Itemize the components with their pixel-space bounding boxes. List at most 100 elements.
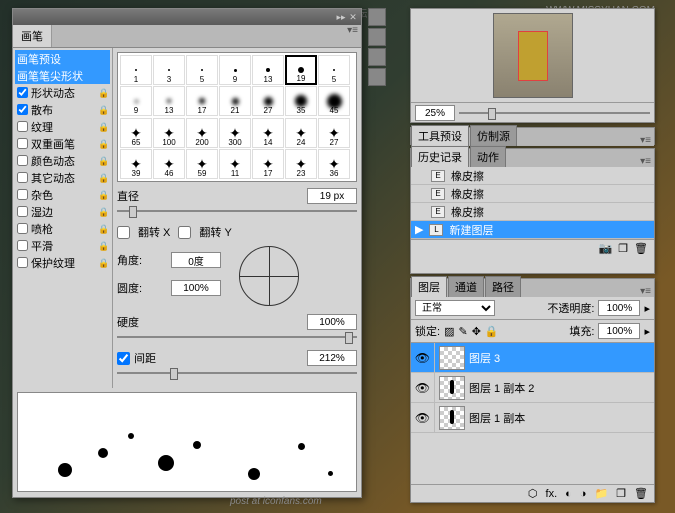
brush-tip[interactable]: ✦11	[219, 149, 251, 179]
panel-menu-icon[interactable]: ▾≡	[637, 156, 654, 167]
brush-tip[interactable]: 3	[153, 55, 185, 85]
brush-tip[interactable]: 5	[318, 55, 350, 85]
flip-y-checkbox[interactable]	[178, 226, 191, 239]
fill-input[interactable]	[598, 323, 640, 339]
angle-input[interactable]	[171, 252, 221, 268]
tab-actions[interactable]: 动作	[470, 146, 506, 167]
layer-fx-icon[interactable]: fx.	[546, 488, 558, 500]
brush-option-2[interactable]: 形状动态🔒	[15, 84, 110, 101]
visibility-icon[interactable]: 👁	[411, 373, 435, 403]
option-checkbox[interactable]	[17, 240, 28, 251]
layer-row[interactable]: 👁图层 3	[411, 343, 654, 373]
layer-row[interactable]: 👁图层 1 副本	[411, 403, 654, 433]
brush-option-10[interactable]: 喷枪🔒	[15, 220, 110, 237]
hardness-input[interactable]	[307, 314, 357, 330]
brush-tip[interactable]: ✦59	[186, 149, 218, 179]
brush-tip[interactable]: 13	[252, 55, 284, 85]
spacing-slider[interactable]	[117, 366, 357, 380]
brush-option-1[interactable]: 画笔笔尖形状	[15, 67, 110, 84]
brush-tip[interactable]: ✦36	[318, 149, 350, 179]
brush-option-11[interactable]: 平滑🔒	[15, 237, 110, 254]
brush-option-0[interactable]: 画笔预设	[15, 50, 110, 67]
close-icon[interactable]: ✕	[347, 11, 359, 23]
brush-tip[interactable]: 9	[219, 55, 251, 85]
tab-history[interactable]: 历史记录	[411, 146, 469, 167]
lock-all-icon[interactable]: 🔒	[485, 325, 499, 338]
brush-tip-grid[interactable]: 1359131959131721273545✦65✦100✦200✦300✦14…	[117, 52, 357, 182]
diameter-input[interactable]	[307, 188, 357, 204]
brush-tip[interactable]: ✦14	[252, 118, 284, 148]
opacity-input[interactable]	[598, 300, 640, 316]
option-checkbox[interactable]	[17, 257, 28, 268]
brush-tip[interactable]: ✦23	[285, 149, 317, 179]
tab-paths[interactable]: 路径	[485, 276, 521, 297]
brush-tip[interactable]: 5	[186, 55, 218, 85]
brush-tip[interactable]: 27	[252, 86, 284, 116]
layer-thumbnail[interactable]	[439, 346, 465, 370]
dock-icon[interactable]	[368, 28, 386, 46]
panel-menu-icon[interactable]: ▾≡	[637, 286, 654, 297]
fill-flyout-icon[interactable]: ▸	[644, 325, 650, 338]
brush-tip[interactable]: 13	[153, 86, 185, 116]
brush-tip[interactable]: ✦17	[252, 149, 284, 179]
navigator-thumbnail[interactable]	[493, 13, 573, 98]
brush-tip[interactable]: ✦100	[153, 118, 185, 148]
layer-thumbnail[interactable]	[439, 376, 465, 400]
dock-icon[interactable]	[368, 48, 386, 66]
option-checkbox[interactable]	[17, 172, 28, 183]
layer-thumbnail[interactable]	[439, 406, 465, 430]
zoom-input[interactable]	[415, 105, 455, 121]
layer-row[interactable]: 👁图层 1 副本 2	[411, 373, 654, 403]
new-layer-icon[interactable]: ❐	[616, 487, 626, 500]
angle-widget[interactable]	[239, 246, 299, 306]
brush-tip[interactable]: 9	[120, 86, 152, 116]
delete-layer-icon[interactable]: 🗑	[634, 487, 648, 500]
history-item[interactable]: ▶L新建图层	[411, 221, 654, 239]
new-doc-icon[interactable]: ❐	[618, 242, 628, 255]
collapse-icon[interactable]: ▸▸	[335, 11, 347, 23]
brush-option-3[interactable]: 散布🔒	[15, 101, 110, 118]
brush-option-9[interactable]: 湿边🔒	[15, 203, 110, 220]
blend-mode-select[interactable]: 正常	[415, 300, 495, 316]
option-checkbox[interactable]	[17, 155, 28, 166]
brush-tip[interactable]: ✦27	[318, 118, 350, 148]
history-item[interactable]: E橡皮擦	[411, 185, 654, 203]
layer-mask-icon[interactable]: ◐	[565, 488, 572, 500]
brush-tip[interactable]: 1	[120, 55, 152, 85]
brush-tip[interactable]: 19	[285, 55, 317, 85]
tab-tool-presets[interactable]: 工具预设	[411, 125, 469, 146]
tab-channels[interactable]: 通道	[448, 276, 484, 297]
option-checkbox[interactable]	[17, 121, 28, 132]
brush-tip[interactable]: ✦300	[219, 118, 251, 148]
diameter-slider[interactable]	[117, 204, 357, 218]
visibility-icon[interactable]: 👁	[411, 403, 435, 433]
lock-transparency-icon[interactable]: ▨	[444, 325, 454, 338]
visibility-icon[interactable]: 👁	[411, 343, 435, 373]
brush-tip[interactable]: ✦46	[153, 149, 185, 179]
brush-tip[interactable]: ✦39	[120, 149, 152, 179]
panel-menu-icon[interactable]: ▾≡	[344, 25, 361, 47]
history-item[interactable]: E橡皮擦	[411, 203, 654, 221]
brush-option-4[interactable]: 纹理🔒	[15, 118, 110, 135]
adjustment-layer-icon[interactable]: ◑	[580, 488, 587, 500]
brush-option-12[interactable]: 保护纹理🔒	[15, 254, 110, 271]
option-checkbox[interactable]	[17, 138, 28, 149]
link-layers-icon[interactable]: ⬡	[528, 487, 538, 500]
tab-clone-source[interactable]: 仿制源	[470, 125, 517, 146]
opacity-flyout-icon[interactable]: ▸	[644, 302, 650, 315]
brush-tip[interactable]: ✦24	[285, 118, 317, 148]
brush-tip[interactable]: ✦65	[120, 118, 152, 148]
hardness-slider[interactable]	[117, 330, 357, 344]
option-checkbox[interactable]	[17, 223, 28, 234]
brush-tip[interactable]: 35	[285, 86, 317, 116]
brush-option-5[interactable]: 双重画笔🔒	[15, 135, 110, 152]
flip-x-checkbox[interactable]	[117, 226, 130, 239]
roundness-input[interactable]	[171, 280, 221, 296]
brush-tip[interactable]: 21	[219, 86, 251, 116]
history-item[interactable]: E橡皮擦	[411, 167, 654, 185]
dock-icon[interactable]	[368, 8, 386, 26]
option-checkbox[interactable]	[17, 104, 28, 115]
brush-option-8[interactable]: 杂色🔒	[15, 186, 110, 203]
trash-icon[interactable]: 🗑	[634, 242, 648, 255]
brush-option-6[interactable]: 颜色动态🔒	[15, 152, 110, 169]
